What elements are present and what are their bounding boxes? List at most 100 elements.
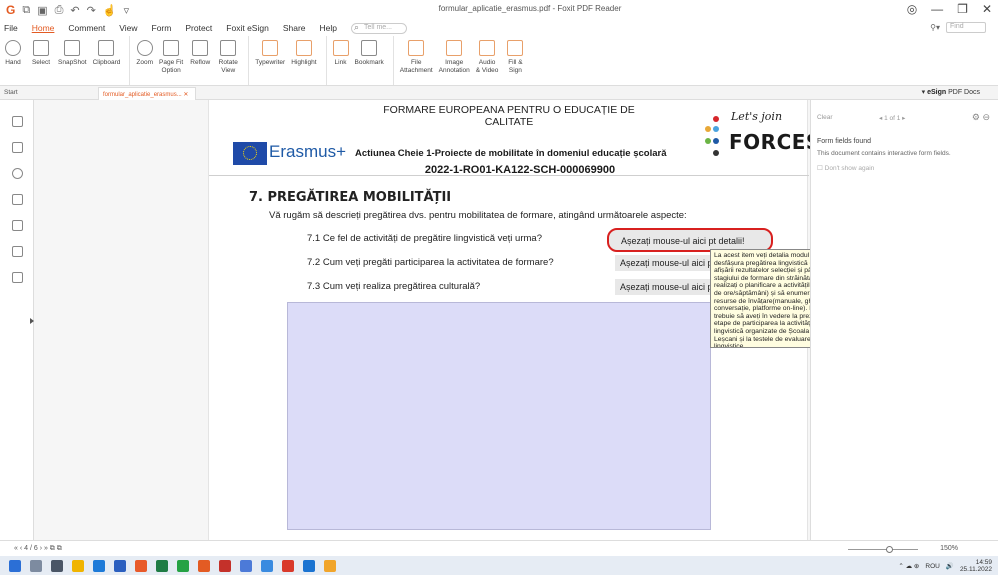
acrobat-icon[interactable]	[219, 559, 231, 572]
answer-text-area[interactable]	[287, 302, 711, 530]
clipboard-button[interactable]: Clipboard	[93, 36, 120, 85]
signatures-icon[interactable]	[12, 272, 23, 283]
forces-dots-icon	[705, 114, 727, 160]
print-icon[interactable]: ⎙	[55, 4, 64, 17]
panel-settings-icon[interactable]: ⚙ ⊖	[972, 112, 990, 123]
typewriter-button[interactable]: Typewriter	[248, 36, 285, 85]
file-attachment-button[interactable]: File Attachment	[392, 36, 433, 85]
bookmark-icon	[361, 40, 378, 56]
customize-icon[interactable]: ▿	[124, 4, 130, 17]
explorer-icon[interactable]	[72, 559, 84, 572]
task-view-icon[interactable]	[51, 559, 63, 572]
chrome-icon[interactable]	[282, 559, 294, 572]
menu-file[interactable]: File	[4, 23, 18, 33]
tab-document[interactable]: formular_aplicatie_erasmus... ✕	[98, 87, 196, 100]
tray-icons[interactable]: ⌃ ☁ ⊕	[898, 562, 919, 570]
menu-share[interactable]: Share	[283, 23, 306, 33]
account-icon[interactable]: ◎	[907, 2, 917, 16]
page-fit-button[interactable]: Page Fit Option	[159, 36, 183, 85]
file-attachment-icon	[408, 40, 425, 56]
redo-icon[interactable]: ↷	[87, 4, 96, 17]
foxit-icon[interactable]	[198, 559, 210, 572]
minimize-button[interactable]: —	[931, 2, 943, 16]
powerpoint-icon[interactable]	[135, 559, 147, 572]
zoom-level[interactable]: 150%	[940, 545, 958, 552]
ribbon-toolbar: Hand Select SnapShot Clipboard Zoom Page…	[0, 36, 998, 86]
menu-view[interactable]: View	[119, 23, 137, 33]
highlight-icon	[295, 40, 312, 56]
undo-icon[interactable]: ↶	[70, 4, 79, 17]
teams-icon[interactable]	[240, 559, 252, 572]
excel-icon[interactable]	[156, 559, 168, 572]
system-tray: ⌃ ☁ ⊕ ROU 🔊 14:59 25.11.2022	[898, 559, 992, 573]
bookmarks-icon[interactable]	[12, 116, 23, 127]
hand-button[interactable]: Hand	[2, 36, 24, 85]
start-icon[interactable]	[9, 559, 21, 572]
save-icon[interactable]: ▣	[37, 4, 47, 17]
security-icon[interactable]	[12, 246, 23, 257]
eu-flag-logo	[233, 142, 267, 165]
menu-form[interactable]: Form	[152, 23, 172, 33]
whatsapp-icon[interactable]	[177, 559, 189, 572]
select-button[interactable]: Select	[30, 36, 52, 85]
fill-sign-button[interactable]: Fill & Sign	[504, 36, 526, 85]
image-annotation-button[interactable]: Image Annotation	[439, 36, 470, 85]
clear-button[interactable]: Clear	[817, 114, 833, 121]
reflow-button[interactable]: Reflow	[189, 36, 211, 85]
logo-join-text: Let's join	[731, 110, 783, 123]
highlight-button[interactable]: Highlight	[291, 36, 317, 85]
page-number[interactable]: 4 / 6	[24, 545, 38, 552]
reflow-icon	[192, 40, 209, 56]
eu-stars-icon	[243, 146, 257, 160]
audio-video-icon	[479, 40, 496, 56]
menu-comment[interactable]: Comment	[68, 23, 105, 33]
outlook-icon[interactable]	[303, 559, 315, 572]
search-icon[interactable]	[30, 559, 42, 572]
volume-icon[interactable]: 🔊	[946, 562, 954, 570]
snapshot-button[interactable]: SnapShot	[58, 36, 87, 85]
zoom-button[interactable]: Zoom	[129, 36, 153, 85]
attachments-icon[interactable]	[12, 220, 23, 231]
layers-icon[interactable]	[12, 194, 23, 205]
select-text-icon	[33, 40, 49, 56]
files-icon[interactable]	[324, 559, 336, 572]
edge-icon[interactable]	[93, 559, 105, 572]
link-icon	[332, 40, 349, 56]
pages-icon[interactable]	[12, 142, 23, 153]
facebook-icon[interactable]	[261, 559, 273, 572]
panel-toolbar: Clear ◂ 1 of 1 ▸ ⚙ ⊖	[817, 112, 990, 126]
comments-icon[interactable]	[12, 168, 23, 179]
link-button[interactable]: Link	[325, 36, 349, 85]
bookmark-button[interactable]: Bookmark	[355, 36, 384, 85]
word-icon[interactable]	[114, 559, 126, 572]
tab-close-icon[interactable]: ✕	[183, 92, 188, 98]
section-intro: Vă rugăm să descrieți pregătirea dvs. pe…	[269, 210, 687, 221]
language-indicator[interactable]: ROU	[925, 563, 939, 570]
menu-protect[interactable]: Protect	[185, 23, 212, 33]
panel-nav-label: 1 of 1	[884, 115, 901, 122]
image-icon	[446, 40, 463, 56]
menu-home[interactable]: Home	[32, 23, 55, 33]
open-icon[interactable]: ⧉	[22, 4, 30, 17]
forces-logo: Let's join FORCES	[695, 110, 820, 164]
restore-button[interactable]: ❐	[957, 2, 968, 16]
page-header: FORMARE EUROPEANA PENTRU O EDUCAȚIE DE C…	[209, 100, 820, 176]
menu-foxit-esign[interactable]: Foxit eSign	[226, 23, 269, 33]
document-tab-bar: Start formular_aplicatie_erasmus... ✕ ▾ …	[0, 86, 998, 100]
zoom-slider-knob[interactable]	[886, 546, 893, 553]
page-navigation[interactable]: « ‹ 4 / 6 › » ⧉ ⧉	[14, 545, 62, 553]
audio-video-button[interactable]: Audio & Video	[476, 36, 498, 85]
tab-start[interactable]: Start	[4, 89, 18, 96]
rotate-view-button[interactable]: Rotate View	[217, 36, 239, 85]
zoom-slider[interactable]	[848, 546, 918, 553]
esign-button[interactable]: ▾ eSign PDF Docs	[922, 88, 980, 96]
dont-show-again-checkbox[interactable]: ☐ Don't show again	[817, 164, 874, 172]
close-button[interactable]: ✕	[982, 2, 992, 16]
hand-tool-icon[interactable]: ☝	[103, 4, 117, 17]
menu-help[interactable]: Help	[320, 23, 337, 33]
find-input[interactable]: Find	[946, 22, 986, 33]
tell-me-input[interactable]: Tell me...	[351, 22, 407, 34]
find-options-icon[interactable]: ⚲▾	[930, 23, 940, 32]
clock[interactable]: 14:59 25.11.2022	[960, 559, 992, 573]
title-bar: G ⧉ ▣ ⎙ ↶ ↷ ☝ ▿ formular_aplicatie_erasm…	[0, 0, 998, 20]
